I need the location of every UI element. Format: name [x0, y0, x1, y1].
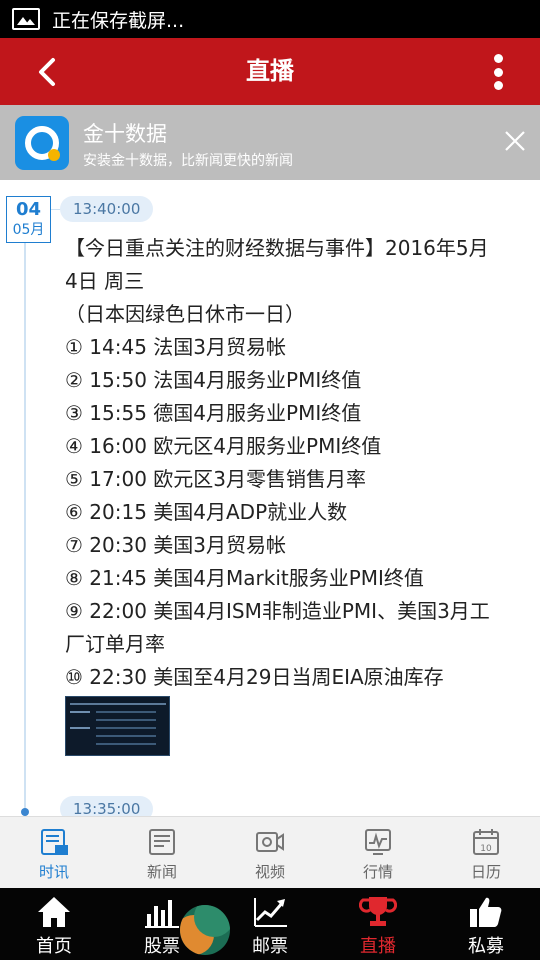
news-line: ④ 16:00 欧元区4月服务业PMI终值	[65, 434, 382, 458]
nav-label: 首页	[36, 936, 72, 957]
nav-live[interactable]: 直播	[324, 888, 432, 960]
date-day: 04	[15, 199, 42, 220]
news-line: ⑦ 20:30 美国3月贸易帐	[65, 533, 287, 557]
tab-calendar[interactable]: 10 日历	[432, 817, 540, 888]
status-text: 正在保存截屏...	[52, 9, 185, 32]
more-vertical-icon[interactable]	[488, 52, 508, 92]
news-line: ⑧ 21:45 美国4月Markit服务业PMI终值	[65, 566, 424, 590]
floating-logo-icon[interactable]	[180, 905, 230, 955]
image-icon	[12, 8, 40, 30]
nav-label: 邮票	[252, 936, 288, 957]
content-tabs: 时讯 新闻 视频 行情 10 日历	[0, 816, 540, 888]
tab-label: 日历	[470, 863, 501, 881]
timeline-line	[24, 242, 26, 816]
news-thumbnail[interactable]	[65, 696, 170, 756]
tab-label: 视频	[254, 863, 285, 881]
tab-video[interactable]: 视频	[216, 817, 324, 888]
bar-chart-icon	[145, 900, 179, 928]
nav-label: 股票	[144, 936, 180, 957]
nav-home[interactable]: 首页	[0, 888, 108, 960]
trend-up-icon	[254, 898, 287, 927]
tab-label: 新闻	[146, 863, 177, 881]
tab-label: 时讯	[38, 863, 69, 881]
close-icon[interactable]	[503, 129, 527, 153]
live-feed[interactable]: 04 05月 13:40:00 【今日重点关注的财经数据与事件】2016年5月 …	[0, 180, 540, 816]
nav-label: 私募	[468, 936, 504, 957]
video-icon	[256, 832, 284, 852]
svg-text:10: 10	[480, 844, 492, 854]
nav-stamps[interactable]: 邮票	[216, 888, 324, 960]
thumbs-up-icon	[470, 897, 502, 927]
app-description: 安装金十数据，比新闻更快的新闻	[83, 153, 293, 169]
date-month: 05月	[12, 222, 45, 238]
news-line: （日本因绿色日休市一日）	[65, 302, 305, 326]
news-line: ① 14:45 法国3月贸易帐	[65, 335, 287, 359]
app-header: 直播	[0, 38, 540, 105]
tab-news-flash[interactable]: 时讯	[0, 817, 108, 888]
status-bar: 正在保存截屏...	[0, 0, 540, 38]
news-line: 【今日重点关注的财经数据与事件】2016年5月	[65, 236, 489, 260]
nav-private-equity[interactable]: 私募	[432, 888, 540, 960]
news-line: 厂订单月率	[65, 632, 165, 656]
page-title: 直播	[246, 57, 294, 85]
market-chart-icon	[365, 829, 391, 855]
tab-label: 行情	[362, 863, 393, 881]
home-icon	[38, 897, 70, 927]
news-line: ⑥ 20:15 美国4月ADP就业人数	[65, 500, 348, 524]
news-line: 4日 周三	[65, 269, 145, 293]
news-line: ⑩ 22:30 美国至4月29日当周EIA原油库存	[65, 665, 444, 689]
news-line: ② 15:50 法国4月服务业PMI终值	[65, 368, 362, 392]
timeline-dot	[21, 808, 29, 816]
newspaper-icon	[149, 829, 175, 855]
nav-label: 直播	[360, 936, 396, 957]
app-promo-banner: 金十数据 安装金十数据，比新闻更快的新闻 打开	[0, 105, 540, 267]
calendar-icon: 10	[473, 829, 499, 855]
bottom-navigation: 首页 股票 邮票 直播 私募	[0, 888, 540, 960]
news-entry[interactable]: 【今日重点关注的财经数据与事件】2016年5月 4日 周三 （日本因绿色日休市一…	[65, 232, 525, 694]
entry-time: 13:40:00	[60, 196, 154, 222]
news-line: ⑤ 17:00 欧元区3月零售销售月率	[65, 467, 367, 491]
news-line: ⑨ 22:00 美国4月ISM非制造业PMI、美国3月工	[65, 599, 490, 623]
news-flash-icon	[41, 829, 68, 855]
app-logo-icon	[15, 116, 69, 170]
news-line: ③ 15:55 德国4月服务业PMI终值	[65, 401, 362, 425]
tab-news[interactable]: 新闻	[108, 817, 216, 888]
entry-time: 13:35:00	[60, 796, 154, 816]
app-name: 金十数据	[83, 122, 167, 146]
date-badge: 04 05月	[6, 196, 51, 243]
tab-market[interactable]: 行情	[324, 817, 432, 888]
trophy-icon	[359, 897, 397, 926]
